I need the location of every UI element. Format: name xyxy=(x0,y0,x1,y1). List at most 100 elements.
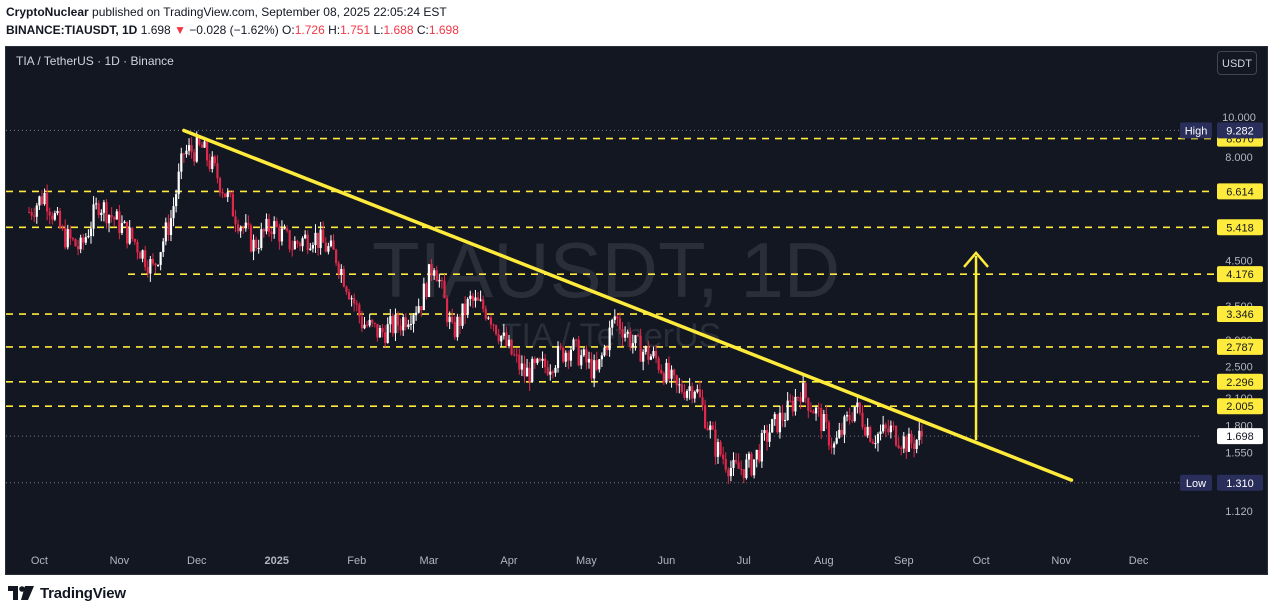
candle-body xyxy=(794,396,797,412)
candle-body xyxy=(822,414,825,431)
candle-body xyxy=(778,412,782,433)
candle-body xyxy=(394,314,397,334)
candle-body xyxy=(84,237,87,243)
x-axis-tick-label: Jul xyxy=(737,555,751,567)
candle xyxy=(882,415,885,434)
candle-body xyxy=(884,424,887,429)
candle-body xyxy=(582,349,585,356)
candle-body xyxy=(724,458,727,470)
candle xyxy=(95,197,98,210)
candle xyxy=(665,358,668,385)
y-axis-tick-label: 4.500 xyxy=(1225,256,1253,268)
candle xyxy=(838,422,841,439)
candle-body xyxy=(236,224,240,232)
currency-button[interactable]: USDT xyxy=(1217,51,1257,75)
candle xyxy=(598,359,601,373)
candle-body xyxy=(273,221,276,235)
candle xyxy=(685,389,689,401)
candle-body xyxy=(740,468,743,470)
candle xyxy=(353,293,356,312)
candle xyxy=(128,219,131,245)
candle-body xyxy=(451,316,454,322)
candle-body xyxy=(528,367,531,383)
candle-body xyxy=(905,436,908,452)
candle xyxy=(884,422,887,438)
candle xyxy=(332,234,335,250)
candle-body xyxy=(706,428,709,430)
candle-body xyxy=(448,316,451,323)
candle-body xyxy=(182,153,185,155)
publish-info: CryptoNuclear published on TradingView.c… xyxy=(6,5,447,19)
candle-body xyxy=(544,358,547,368)
candle xyxy=(716,438,720,464)
price-chart[interactable]: TIAUSDT, 1DTIA / TetherUS Oct Nov Dec 2025 F… xyxy=(6,47,1267,574)
candle xyxy=(910,430,913,449)
candle xyxy=(497,328,500,345)
chart-panel[interactable]: TIAUSDT, 1D TIA / TetherUS Oct Nov Dec 2025 F… xyxy=(5,46,1268,575)
candle-body xyxy=(636,335,640,337)
candle xyxy=(913,437,916,458)
low-label-text: Low xyxy=(1186,478,1206,490)
candle-body xyxy=(76,246,80,250)
candle xyxy=(825,405,828,430)
candle xyxy=(796,396,800,402)
candle xyxy=(642,349,645,371)
candle xyxy=(229,191,232,198)
candle-body xyxy=(660,369,663,374)
candle xyxy=(758,443,761,464)
candle-body xyxy=(559,346,562,348)
candle-body xyxy=(858,402,862,413)
candle-body xyxy=(159,252,162,265)
candle-body xyxy=(234,216,237,225)
candle-body xyxy=(27,211,31,213)
candle xyxy=(208,153,211,172)
candle xyxy=(316,232,320,256)
candle-body xyxy=(128,227,131,244)
candle xyxy=(193,148,196,166)
candle-body xyxy=(670,369,673,379)
candle xyxy=(763,425,766,441)
candle-body xyxy=(704,405,707,429)
y-axis-tick-label: 10.000 xyxy=(1222,112,1256,124)
candle xyxy=(231,190,235,217)
candle-body xyxy=(714,429,717,457)
candle xyxy=(409,315,413,331)
x-axis-tick-label: Mar xyxy=(420,555,439,567)
candle xyxy=(466,297,469,319)
candle-body xyxy=(244,222,247,229)
candle xyxy=(701,389,704,411)
candle xyxy=(848,407,851,425)
candle-body xyxy=(353,298,356,304)
candle xyxy=(783,412,787,428)
candle xyxy=(729,460,733,482)
candle xyxy=(167,214,170,241)
candle-body xyxy=(716,442,720,457)
candle-body xyxy=(732,459,735,468)
candle xyxy=(902,431,905,454)
candle-body xyxy=(750,453,753,476)
candle-body xyxy=(193,152,196,162)
candle xyxy=(309,242,312,251)
candle xyxy=(696,384,699,394)
tradingview-logo[interactable]: TradingView xyxy=(8,583,126,603)
candle xyxy=(840,422,843,438)
candle xyxy=(820,403,823,440)
candle xyxy=(270,228,273,242)
candle xyxy=(126,221,129,249)
author-name[interactable]: CryptoNuclear xyxy=(6,5,89,19)
candle xyxy=(131,227,134,242)
candle xyxy=(918,422,921,446)
candle-body xyxy=(453,321,456,338)
candle-body xyxy=(211,156,214,169)
candle-body xyxy=(629,331,632,347)
candle xyxy=(427,264,431,298)
candle-body xyxy=(768,432,771,442)
candle-body xyxy=(154,263,157,266)
candle-body xyxy=(381,328,384,333)
x-axis-tick-label: Oct xyxy=(973,555,990,567)
candle xyxy=(262,227,265,238)
candle-body xyxy=(456,316,459,338)
candle-body xyxy=(799,397,802,402)
candle-body xyxy=(384,332,387,343)
candle-body xyxy=(141,250,144,259)
